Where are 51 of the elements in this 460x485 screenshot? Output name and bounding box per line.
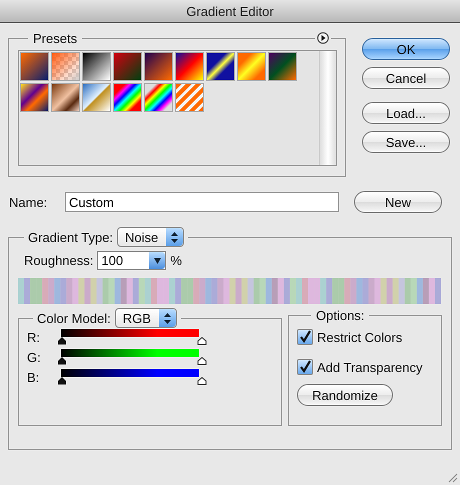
randomize-button[interactable]: Randomize (297, 384, 393, 406)
channel-label: G: (27, 349, 42, 365)
options-title: Options: (315, 308, 366, 323)
dialog-button[interactable]: Save... (362, 131, 450, 153)
name-label: Name: (9, 194, 48, 210)
channel-label: B: (27, 369, 40, 385)
gradient-swatch[interactable] (20, 52, 49, 81)
channel-label: R: (27, 329, 41, 345)
gradient-swatch[interactable] (51, 83, 80, 112)
new-button[interactable]: New (354, 191, 442, 213)
name-field[interactable]: Custom (65, 192, 339, 212)
roughness-field[interactable]: 100 (97, 251, 166, 270)
gradient-swatch[interactable] (113, 83, 142, 112)
end-stop-handle[interactable] (197, 337, 207, 345)
gradient-swatch[interactable] (237, 52, 266, 81)
checkbox-label: Add Transparency (317, 360, 423, 374)
gradient-swatch[interactable] (175, 83, 204, 112)
start-stop-handle[interactable] (57, 377, 67, 385)
start-stop-handle[interactable] (57, 357, 67, 365)
start-stop-handle[interactable] (57, 337, 67, 345)
dialog-button[interactable]: Load... (362, 102, 450, 124)
up-down-arrows-icon (171, 232, 178, 242)
percent-label: % (170, 253, 182, 268)
checkbox[interactable] (297, 329, 313, 345)
checkbox[interactable] (297, 359, 313, 375)
resize-grip-icon[interactable] (446, 471, 458, 483)
presets-title: Presets (32, 31, 78, 46)
gradient-swatch[interactable] (82, 83, 111, 112)
roughness-label: Roughness: (24, 253, 94, 268)
dialog-button[interactable]: Cancel (362, 67, 450, 89)
end-stop-handle[interactable] (197, 357, 207, 365)
down-arrow-icon (154, 258, 161, 264)
up-down-arrows-icon (164, 312, 171, 324)
checkbox-label: Restrict Colors (317, 330, 402, 344)
gradient-swatch[interactable] (113, 52, 142, 81)
end-stop-handle[interactable] (197, 377, 207, 385)
gradient-swatch[interactable] (144, 52, 173, 81)
gradient-swatch[interactable] (175, 52, 204, 81)
gradient-swatch[interactable] (51, 52, 80, 81)
dialog-button[interactable]: OK (362, 38, 450, 60)
gradient-type-label: Gradient Type: (28, 230, 114, 244)
gradient-swatch[interactable] (206, 52, 235, 81)
window-title: Gradient Editor (186, 4, 274, 18)
gradient-swatch[interactable] (268, 52, 297, 81)
gradient-type-dropdown[interactable]: Noise (117, 227, 184, 247)
gradient-swatch[interactable] (20, 83, 49, 112)
menu-arrow-icon[interactable] (315, 32, 331, 44)
gradient-swatch[interactable] (82, 52, 111, 81)
gradient-swatch[interactable] (144, 83, 173, 112)
color-model-dropdown[interactable]: RGB (114, 308, 177, 328)
color-model-label: Color Model: (37, 310, 111, 326)
